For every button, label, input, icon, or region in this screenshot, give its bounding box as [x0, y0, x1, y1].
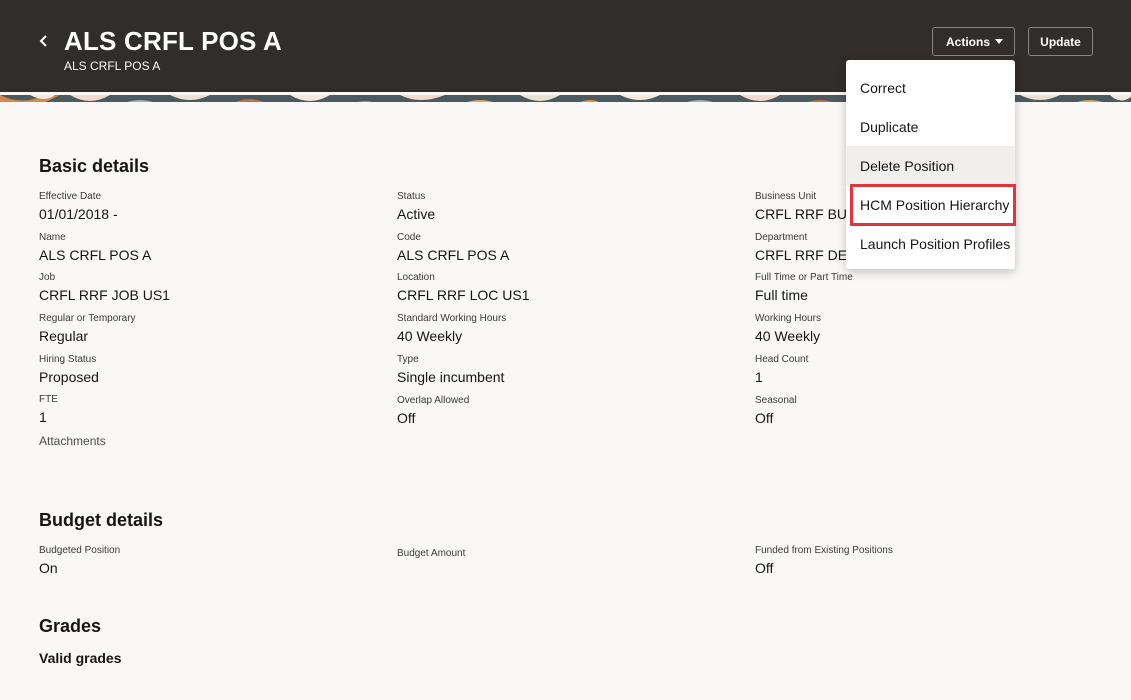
field-label: Standard Working Hours	[397, 313, 507, 324]
menu-item-correct[interactable]: Correct	[846, 68, 1015, 107]
field-standard-working-hours: Standard Working Hours 40 Weekly	[397, 313, 506, 345]
update-button[interactable]: Update	[1028, 27, 1093, 56]
field-job: Job CRFL RRF JOB US1	[39, 272, 170, 304]
field-seasonal: Seasonal Off	[755, 395, 797, 427]
field-value: 1	[755, 369, 763, 385]
field-value: Off	[397, 410, 416, 426]
field-value: CRFL RRF JOB US1	[39, 287, 170, 303]
field-value: Single incumbent	[397, 369, 505, 385]
basic-details-heading: Basic details	[39, 156, 150, 176]
field-budgeted-position: Budgeted Position On	[39, 545, 120, 577]
field-effective-date: Effective Date 01/01/2018 -	[39, 191, 118, 223]
menu-item-delete-position[interactable]: Delete Position	[846, 146, 1015, 185]
field-regular-or-temporary: Regular or Temporary Regular	[39, 313, 136, 345]
back-button[interactable]	[34, 30, 54, 52]
field-label: Budget Amount	[397, 548, 466, 559]
field-label: Hiring Status	[39, 354, 97, 365]
field-value: 40 Weekly	[397, 328, 463, 344]
actions-menu: Correct Duplicate Delete Position HCM Po…	[846, 60, 1015, 269]
page-title: ALS CRFL POS A	[64, 26, 283, 56]
field-label: Budgeted Position	[39, 545, 121, 556]
field-value: Full time	[755, 287, 808, 303]
field-fte: FTE 1	[39, 394, 58, 426]
field-value: Regular	[39, 328, 89, 344]
field-label: Name	[39, 232, 66, 243]
field-label: Funded from Existing Positions	[755, 545, 893, 556]
field-label: Seasonal	[755, 395, 797, 406]
field-value: On	[39, 560, 58, 576]
field-head-count: Head Count 1	[755, 354, 808, 386]
field-name: Name ALS CRFL POS A	[39, 232, 151, 264]
field-hiring-status: Hiring Status Proposed	[39, 354, 99, 386]
field-value: ALS CRFL POS A	[397, 247, 510, 263]
field-working-hours: Working Hours 40 Weekly	[755, 313, 821, 345]
field-value: 40 Weekly	[755, 328, 821, 344]
field-type: Type Single incumbent	[397, 354, 504, 386]
field-label: Full Time or Part Time	[755, 272, 853, 283]
actions-button-label: Actions	[946, 34, 991, 49]
actions-button[interactable]: Actions	[932, 27, 1015, 56]
field-label: Head Count	[755, 354, 809, 365]
field-label: Overlap Allowed	[397, 395, 470, 406]
menu-item-launch-position-profiles[interactable]: Launch Position Profiles	[846, 224, 1015, 263]
budget-details-heading: Budget details	[39, 510, 164, 530]
field-overlap-allowed: Overlap Allowed Off	[397, 395, 469, 427]
menu-item-duplicate[interactable]: Duplicate	[846, 107, 1015, 146]
field-value: Active	[397, 206, 436, 222]
field-label: FTE	[39, 394, 58, 405]
chevron-left-icon	[39, 35, 47, 47]
field-value: CRFL RRF LOC US1	[397, 287, 530, 303]
field-value: ALS CRFL POS A	[39, 247, 152, 263]
field-funded-from-existing: Funded from Existing Positions Off	[755, 545, 893, 577]
field-label: Regular or Temporary	[39, 313, 136, 324]
valid-grades-heading: Valid grades	[39, 650, 122, 666]
page-subtitle: ALS CRFL POS A	[64, 59, 161, 73]
field-label: Working Hours	[755, 313, 821, 324]
grades-heading: Grades	[39, 616, 102, 636]
field-label: Location	[397, 272, 435, 283]
field-value: 1	[39, 409, 47, 425]
field-value: Off	[755, 560, 774, 576]
field-label: Code	[397, 232, 421, 243]
field-value: 01/01/2018 -	[39, 206, 118, 222]
field-full-or-part-time: Full Time or Part Time Full time	[755, 272, 853, 304]
field-label: Job	[39, 272, 56, 283]
field-value: Proposed	[39, 369, 99, 385]
menu-item-hcm-position-hierarchy[interactable]: HCM Position Hierarchy	[846, 185, 1015, 224]
field-label: Type	[397, 354, 419, 365]
field-code: Code ALS CRFL POS A	[397, 232, 509, 264]
field-value: Off	[755, 410, 774, 426]
field-status: Status Active	[397, 191, 435, 223]
caret-down-icon	[995, 39, 1003, 44]
attachments-link[interactable]: Attachments	[39, 434, 106, 448]
field-label: Effective Date	[39, 191, 102, 202]
field-location: Location CRFL RRF LOC US1	[397, 272, 530, 304]
field-budget-amount: Budget Amount	[397, 548, 465, 562]
field-label: Status	[397, 191, 426, 202]
